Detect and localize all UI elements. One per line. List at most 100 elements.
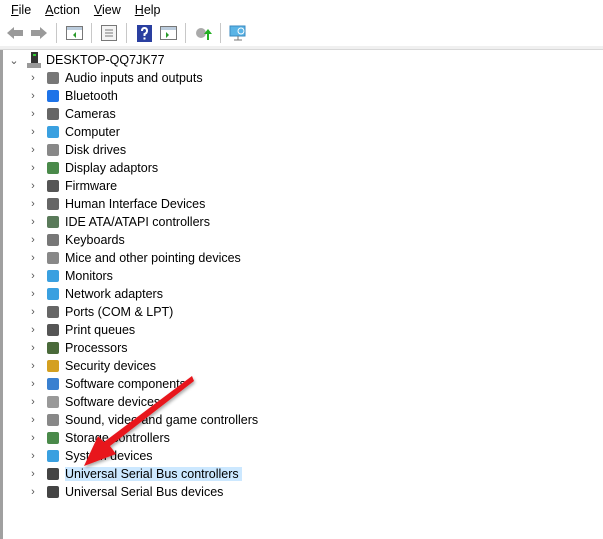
tree-item[interactable]: › Computer: [27, 123, 123, 141]
tree-item-label: Sound, video and game controllers: [65, 413, 259, 427]
menu-bar: File Action View Help: [0, 0, 603, 19]
chevron-right-icon[interactable]: ›: [27, 90, 39, 102]
tree-item[interactable]: › Audio inputs and outputs: [27, 69, 206, 87]
scan-hardware-icon[interactable]: [228, 23, 248, 43]
tree-item-label: Human Interface Devices: [65, 197, 206, 211]
forward-icon[interactable]: [29, 23, 49, 43]
processor-icon: [45, 340, 61, 356]
security-device-icon: [45, 358, 61, 374]
tree-item-label: Monitors: [65, 269, 113, 283]
tree-item-label: System devices: [65, 449, 153, 463]
toolbar: [0, 20, 603, 46]
chevron-right-icon[interactable]: ›: [27, 288, 39, 300]
computer-icon: [26, 52, 42, 68]
properties-icon[interactable]: [99, 23, 119, 43]
chevron-right-icon[interactable]: ›: [27, 486, 39, 498]
firmware-icon: [45, 178, 61, 194]
tree-item-label: Bluetooth: [65, 89, 118, 103]
chevron-right-icon[interactable]: ›: [27, 468, 39, 480]
chevron-right-icon[interactable]: ›: [27, 144, 39, 156]
device-tree: ⌄ DESKTOP-QQ7JK77 › Audio inputs and outp…: [0, 50, 603, 539]
tree-item[interactable]: › IDE ATA/ATAPI controllers: [27, 213, 213, 231]
menu-help[interactable]: Help: [135, 3, 161, 17]
tree-item[interactable]: › Mice and other pointing devices: [27, 249, 244, 267]
chevron-right-icon[interactable]: ›: [27, 324, 39, 336]
chevron-right-icon[interactable]: ›: [27, 72, 39, 84]
action-pane-icon[interactable]: [158, 23, 178, 43]
toolbar-separator: [220, 23, 221, 43]
chevron-right-icon[interactable]: ›: [27, 360, 39, 372]
tree-item-label: Network adapters: [65, 287, 163, 301]
chevron-right-icon[interactable]: ›: [27, 180, 39, 192]
tree-item[interactable]: › Software components: [27, 375, 189, 393]
system-device-icon: [45, 448, 61, 464]
menu-view[interactable]: View: [94, 3, 121, 17]
hid-icon: [45, 196, 61, 212]
chevron-right-icon[interactable]: ›: [27, 162, 39, 174]
tree-item[interactable]: › Firmware: [27, 177, 120, 195]
tree-item[interactable]: › Network adapters: [27, 285, 166, 303]
tree-item[interactable]: › Bluetooth: [27, 87, 121, 105]
tree-item[interactable]: › Human Interface Devices: [27, 195, 208, 213]
toolbar-separator: [56, 23, 57, 43]
tree-item-label: Universal Serial Bus controllers: [65, 467, 242, 481]
tree-item[interactable]: › Security devices: [27, 357, 159, 375]
display-adapter-icon: [45, 160, 61, 176]
toolbar-separator: [185, 23, 186, 43]
network-adapter-icon: [45, 286, 61, 302]
tree-item-label: IDE ATA/ATAPI controllers: [65, 215, 210, 229]
update-driver-icon[interactable]: [193, 23, 213, 43]
tree-item[interactable]: › Ports (COM & LPT): [27, 303, 176, 321]
tree-item[interactable]: › Processors: [27, 339, 131, 357]
tree-item[interactable]: › Cameras: [27, 105, 119, 123]
tree-item[interactable]: › Software devices: [27, 393, 163, 411]
help-icon[interactable]: [134, 23, 154, 43]
show-hide-console-tree-icon[interactable]: [64, 23, 84, 43]
tree-item[interactable]: › Keyboards: [27, 231, 128, 249]
tree-item[interactable]: › Print queues: [27, 321, 138, 339]
chevron-right-icon[interactable]: ›: [27, 378, 39, 390]
menu-file[interactable]: File: [11, 3, 31, 17]
storage-controller-icon: [45, 430, 61, 446]
tree-item[interactable]: › Sound, video and game controllers: [27, 411, 261, 429]
disk-drive-icon: [45, 142, 61, 158]
tree-item[interactable]: › Universal Serial Bus devices: [27, 483, 226, 501]
tree-item-label: Display adaptors: [65, 161, 159, 175]
chevron-right-icon[interactable]: ›: [27, 414, 39, 426]
tree-item[interactable]: › Storage controllers: [27, 429, 173, 447]
tree-item-label: Keyboards: [65, 233, 125, 247]
printer-icon: [45, 322, 61, 338]
chevron-right-icon[interactable]: ›: [27, 234, 39, 246]
software-device-icon: [45, 394, 61, 410]
chevron-right-icon[interactable]: ›: [27, 432, 39, 444]
monitor-icon: [45, 268, 61, 284]
speaker-icon: [45, 70, 61, 86]
chevron-right-icon[interactable]: ›: [27, 342, 39, 354]
chevron-right-icon[interactable]: ›: [27, 252, 39, 264]
chevron-right-icon[interactable]: ›: [27, 126, 39, 138]
back-icon[interactable]: [5, 23, 25, 43]
tree-item[interactable]: › Monitors: [27, 267, 116, 285]
tree-item-label: Security devices: [65, 359, 157, 373]
chevron-right-icon[interactable]: ›: [27, 198, 39, 210]
chevron-right-icon[interactable]: ›: [27, 270, 39, 282]
chevron-right-icon[interactable]: ›: [27, 216, 39, 228]
toolbar-separator: [126, 23, 127, 43]
tree-item[interactable]: › Display adaptors: [27, 159, 161, 177]
toolbar-separator: [91, 23, 92, 43]
tree-item[interactable]: › System devices: [27, 447, 156, 465]
tree-item-label: Disk drives: [65, 143, 127, 157]
chevron-right-icon[interactable]: ›: [27, 396, 39, 408]
chevron-right-icon[interactable]: ›: [27, 450, 39, 462]
tree-root[interactable]: ⌄ DESKTOP-QQ7JK77: [8, 51, 168, 69]
menu-action[interactable]: Action: [45, 3, 80, 17]
tree-item-label: Print queues: [65, 323, 136, 337]
chevron-down-icon[interactable]: ⌄: [8, 54, 20, 67]
tree-item-label: Software devices: [65, 395, 161, 409]
tree-item[interactable]: › Universal Serial Bus controllers: [27, 465, 242, 483]
software-component-icon: [45, 376, 61, 392]
chevron-right-icon[interactable]: ›: [27, 108, 39, 120]
tree-item-label: Audio inputs and outputs: [65, 71, 203, 85]
chevron-right-icon[interactable]: ›: [27, 306, 39, 318]
tree-item[interactable]: › Disk drives: [27, 141, 129, 159]
